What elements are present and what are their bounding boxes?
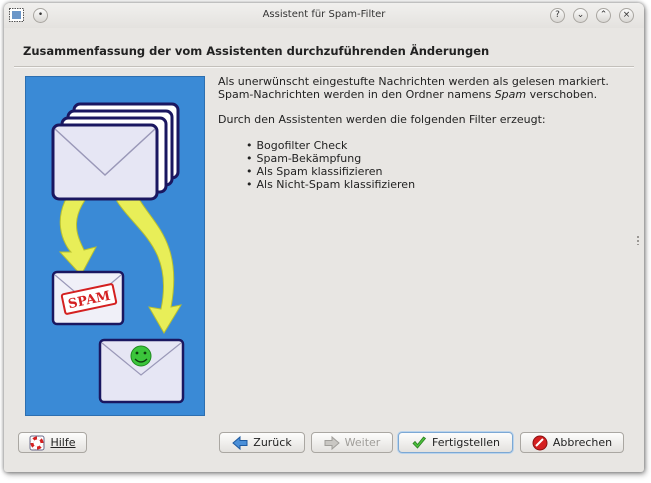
minimize-icon[interactable]: ⌄ (573, 8, 588, 23)
list-item: Als Nicht-Spam klassifizieren (246, 178, 638, 191)
envelope-stack-icon (51, 102, 180, 201)
title-bar[interactable]: • Assistent für Spam-Filter ? ⌄ ⌃ × (4, 3, 644, 28)
list-item: Spam-Bekämpfung (246, 152, 638, 165)
spam-folder-name: Spam (494, 88, 527, 101)
wizard-window: • Assistent für Spam-Filter ? ⌄ ⌃ × Zusa… (4, 3, 644, 472)
checkmark-icon (412, 435, 427, 449)
spam-envelope-icon: SPAM (51, 270, 125, 326)
header-separator (14, 66, 634, 68)
summary-text: Als unerwünscht eingestufte Nachrichten … (218, 75, 638, 191)
summary-line-2: Spam-Nachrichten werden in den Ordner na… (218, 88, 598, 101)
finish-button[interactable]: Fertigstellen (398, 432, 513, 453)
inbox-envelope-icon (98, 338, 185, 404)
filter-list: Bogofilter Check Spam-Bekämpfung Als Spa… (218, 139, 638, 191)
page-title: Zusammenfassung der vom Assistenten durc… (23, 44, 490, 58)
arrow-left-icon (232, 435, 248, 450)
help-button[interactable]: Hilfe (18, 432, 87, 453)
resize-grip[interactable] (637, 236, 639, 245)
arrow-right-icon (324, 435, 340, 450)
help-icon[interactable]: ? (550, 8, 565, 23)
cancel-button[interactable]: Abbrechen (520, 432, 624, 453)
list-item: Als Spam klassifizieren (246, 165, 638, 178)
help-icon (29, 435, 45, 450)
list-item: Bogofilter Check (246, 139, 638, 152)
window-title: Assistent für Spam-Filter (262, 9, 386, 20)
summary-line-1: Als unerwünscht eingestufte Nachrichten … (218, 75, 609, 88)
next-button[interactable]: Weiter (311, 432, 393, 453)
close-icon[interactable]: × (619, 8, 634, 23)
spam-wizard-illustration: SPAM (25, 76, 205, 416)
filters-intro: Durch den Assistenten werden die folgend… (218, 113, 546, 126)
back-button[interactable]: Zurück (219, 432, 305, 453)
maximize-icon[interactable]: ⌃ (596, 8, 611, 23)
cancel-icon (532, 435, 548, 450)
envelopes-graphic: SPAM (51, 102, 185, 404)
